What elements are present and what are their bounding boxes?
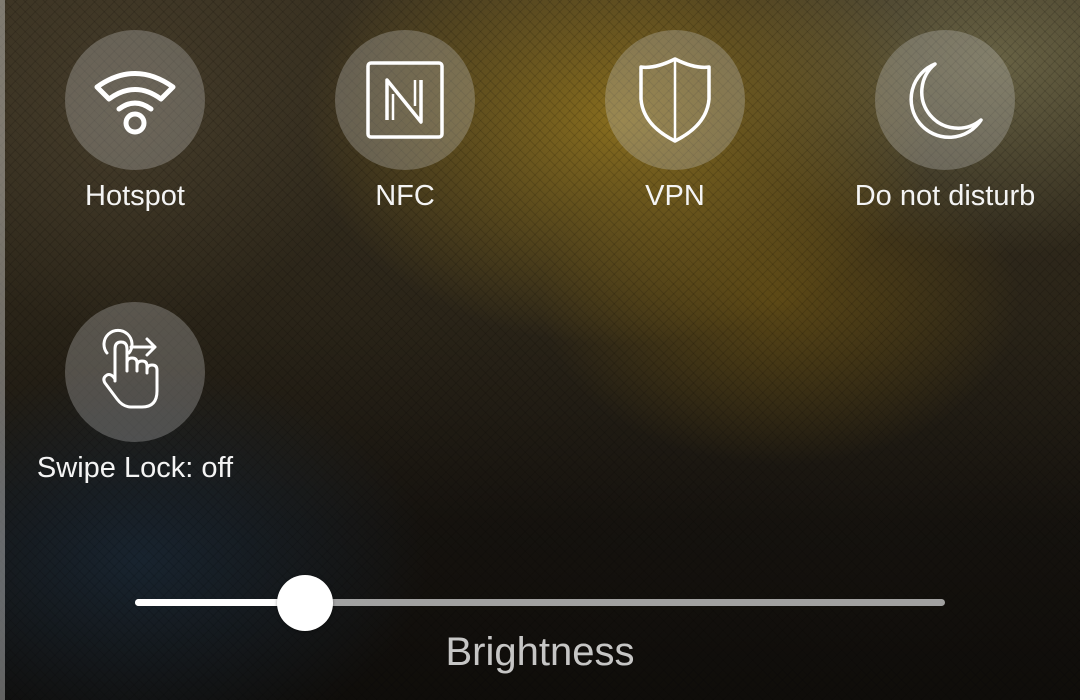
swipe-lock-label: Swipe Lock: off xyxy=(36,452,234,484)
quick-settings-panel: Hotspot NFC VPN Do not disturb Swipe Loc… xyxy=(0,0,1080,700)
do-not-disturb-button[interactable] xyxy=(875,30,1015,170)
nfc-label: NFC xyxy=(375,180,435,212)
swipe-lock-button[interactable] xyxy=(65,302,205,442)
vpn-label: VPN xyxy=(645,180,705,212)
nfc-button[interactable] xyxy=(335,30,475,170)
brightness-label: Brightness xyxy=(445,630,635,674)
swipe-lock-icon xyxy=(102,328,159,409)
vpn-button[interactable] xyxy=(605,30,745,170)
hotspot-icon xyxy=(94,71,176,135)
nfc-icon xyxy=(366,61,444,139)
do-not-disturb-label: Do not disturb xyxy=(854,180,1036,212)
brightness-slider-track[interactable] xyxy=(135,599,945,606)
hotspot-button[interactable] xyxy=(65,30,205,170)
vpn-toggle[interactable]: VPN xyxy=(545,0,805,230)
brightness-slider-thumb[interactable] xyxy=(277,575,334,631)
hotspot-label: Hotspot xyxy=(85,180,185,212)
moon-icon xyxy=(909,62,983,139)
brightness-control: Brightness xyxy=(135,572,945,692)
nfc-toggle[interactable]: NFC xyxy=(275,0,535,230)
do-not-disturb-toggle[interactable]: Do not disturb xyxy=(815,0,1075,230)
hotspot-toggle[interactable]: Hotspot xyxy=(5,0,265,230)
vpn-shield-icon xyxy=(639,57,711,143)
swipe-lock-toggle[interactable]: Swipe Lock: off xyxy=(5,272,265,502)
